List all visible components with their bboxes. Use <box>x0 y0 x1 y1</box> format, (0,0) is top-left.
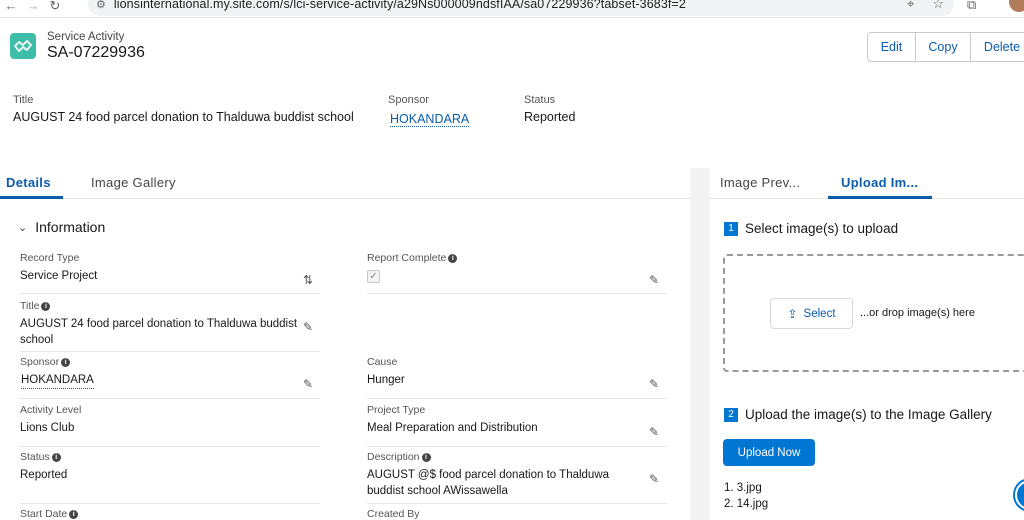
change-record-type-icon[interactable]: ⇅ <box>303 273 313 287</box>
details-card: Details Image Gallery ⌄ Information Reco… <box>0 165 690 520</box>
select-files-button[interactable]: ⇪ Select <box>770 298 853 329</box>
status-label: Status i <box>20 451 61 463</box>
description-line2: buddist school AWissawella <box>367 485 508 497</box>
step-1-number: 1 <box>724 221 738 236</box>
info-icon[interactable]: i <box>51 452 61 462</box>
bookmark-star-icon[interactable]: ☆ <box>932 0 944 12</box>
browser-toolbar: ← → ↻ ⚙ lionsinternational.my.site.com/s… <box>0 0 1024 18</box>
info-icon[interactable]: i <box>448 253 458 263</box>
record-type-label: Service Activity <box>47 31 125 43</box>
record-header: Service Activity SA-07229936 Edit Copy D… <box>0 18 1024 168</box>
divider <box>367 293 667 294</box>
drop-hint: ...or drop image(s) here <box>860 307 975 319</box>
information-section-toggle[interactable]: ⌄ Information <box>18 219 105 235</box>
activity-level-value: Lions Club <box>20 422 75 434</box>
file-list-item: 2. 14.jpg <box>724 498 769 510</box>
divider <box>367 503 667 504</box>
project-type-value: Meal Preparation and Distribution <box>367 422 538 434</box>
activity-level-label: Activity Level <box>20 404 82 416</box>
highlight-status-value: Reported <box>524 110 576 124</box>
edit-pencil-icon[interactable]: ✎ <box>649 425 659 439</box>
edit-pencil-icon[interactable]: ✎ <box>649 472 659 486</box>
details-tabs: Details Image Gallery <box>0 165 690 199</box>
forward-arrow-icon[interactable]: → <box>22 0 44 13</box>
step-2-text: Upload the image(s) to the Image Gallery <box>745 407 992 422</box>
highlight-status-label: Status <box>524 94 556 106</box>
description-label: Description i <box>367 451 431 463</box>
start-date-label: Start Date i <box>20 508 79 520</box>
divider <box>20 503 320 504</box>
step-2-number: 2 <box>724 407 738 422</box>
tab-image-gallery[interactable]: Image Gallery <box>91 175 176 190</box>
highlight-sponsor-label: Sponsor <box>388 94 429 106</box>
highlight-title-label: Title <box>13 94 34 106</box>
copy-button[interactable]: Copy <box>916 32 971 62</box>
location-icon[interactable]: ⌖ <box>907 0 914 12</box>
highlight-title-value: AUGUST 24 food parcel donation to Thaldu… <box>13 110 354 124</box>
edit-pencil-icon[interactable]: ✎ <box>303 320 313 334</box>
url-text: lionsinternational.my.site.com/s/lci-ser… <box>113 0 686 11</box>
step-2-heading: 2 Upload the image(s) to the Image Galle… <box>724 407 992 422</box>
address-bar[interactable]: ⚙ lionsinternational.my.site.com/s/lci-s… <box>88 0 954 16</box>
profile-avatar[interactable] <box>1009 0 1024 12</box>
highlight-sponsor-link[interactable]: HOKANDARA <box>390 112 470 127</box>
reload-icon[interactable]: ↻ <box>44 0 66 14</box>
edit-button[interactable]: Edit <box>867 32 916 62</box>
step-1-heading: 1 Select image(s) to upload <box>724 221 898 236</box>
divider <box>367 398 667 399</box>
record-actions: Edit Copy Delete <box>867 32 1024 62</box>
back-arrow-icon[interactable]: ← <box>0 0 22 13</box>
record-type-label: Record Type <box>20 252 80 264</box>
report-complete-checkbox: ✓ <box>367 270 380 283</box>
file-list-item: 1. 3.jpg <box>724 482 762 494</box>
select-label: Select <box>803 307 836 320</box>
divider <box>20 446 320 447</box>
tab-details-underline <box>0 196 63 199</box>
record-type-value: Service Project <box>20 270 98 282</box>
service-activity-icon <box>10 33 36 59</box>
extensions-icon[interactable]: ⧉ <box>967 0 976 13</box>
info-icon[interactable]: i <box>421 452 431 462</box>
upload-icon: ⇪ <box>787 306 798 321</box>
site-info-icon[interactable]: ⚙ <box>96 0 106 11</box>
upload-now-button[interactable]: Upload Now <box>723 439 815 466</box>
cause-label: Cause <box>367 356 398 368</box>
info-icon[interactable]: i <box>41 301 51 311</box>
step-1-text: Select image(s) to upload <box>745 221 899 236</box>
divider <box>20 398 320 399</box>
project-type-label: Project Type <box>367 404 426 416</box>
edit-pencil-icon[interactable]: ✎ <box>303 377 313 391</box>
sponsor-label: Sponsor i <box>20 356 71 368</box>
image-tabs: Image Prev... Upload Im... <box>710 165 1024 199</box>
image-upload-card: Image Prev... Upload Im... 1 Select imag… <box>710 165 1024 520</box>
title-label: Title i <box>20 300 51 312</box>
tab-upload-underline <box>828 196 932 199</box>
tab-details[interactable]: Details <box>6 175 51 190</box>
info-icon[interactable]: i <box>61 357 71 367</box>
info-icon[interactable]: i <box>69 509 79 519</box>
divider <box>20 351 320 352</box>
chevron-down-icon: ⌄ <box>18 221 28 234</box>
title-value-line1: AUGUST 24 food parcel donation to Thaldu… <box>20 318 298 330</box>
information-title: Information <box>35 219 106 235</box>
record-name: SA-07229936 <box>47 44 145 61</box>
created-by-label: Created By <box>367 508 420 520</box>
divider <box>367 446 667 447</box>
edit-pencil-icon[interactable]: ✎ <box>649 273 659 287</box>
divider <box>20 293 320 294</box>
sponsor-link[interactable]: HOKANDARA <box>21 372 94 389</box>
tab-image-preview[interactable]: Image Prev... <box>720 175 800 190</box>
status-value: Reported <box>20 469 68 481</box>
tab-upload-images[interactable]: Upload Im... <box>841 175 918 190</box>
delete-button[interactable]: Delete <box>971 32 1024 62</box>
description-line1: AUGUST @$ food parcel donation to Thaldu… <box>367 469 610 481</box>
title-value-line2: school <box>20 334 54 346</box>
report-complete-label: Report Complete i <box>367 252 458 264</box>
edit-pencil-icon[interactable]: ✎ <box>649 377 659 391</box>
image-dropzone[interactable]: ⇪ Select ...or drop image(s) here <box>723 254 1024 372</box>
cause-value: Hunger <box>367 374 405 386</box>
